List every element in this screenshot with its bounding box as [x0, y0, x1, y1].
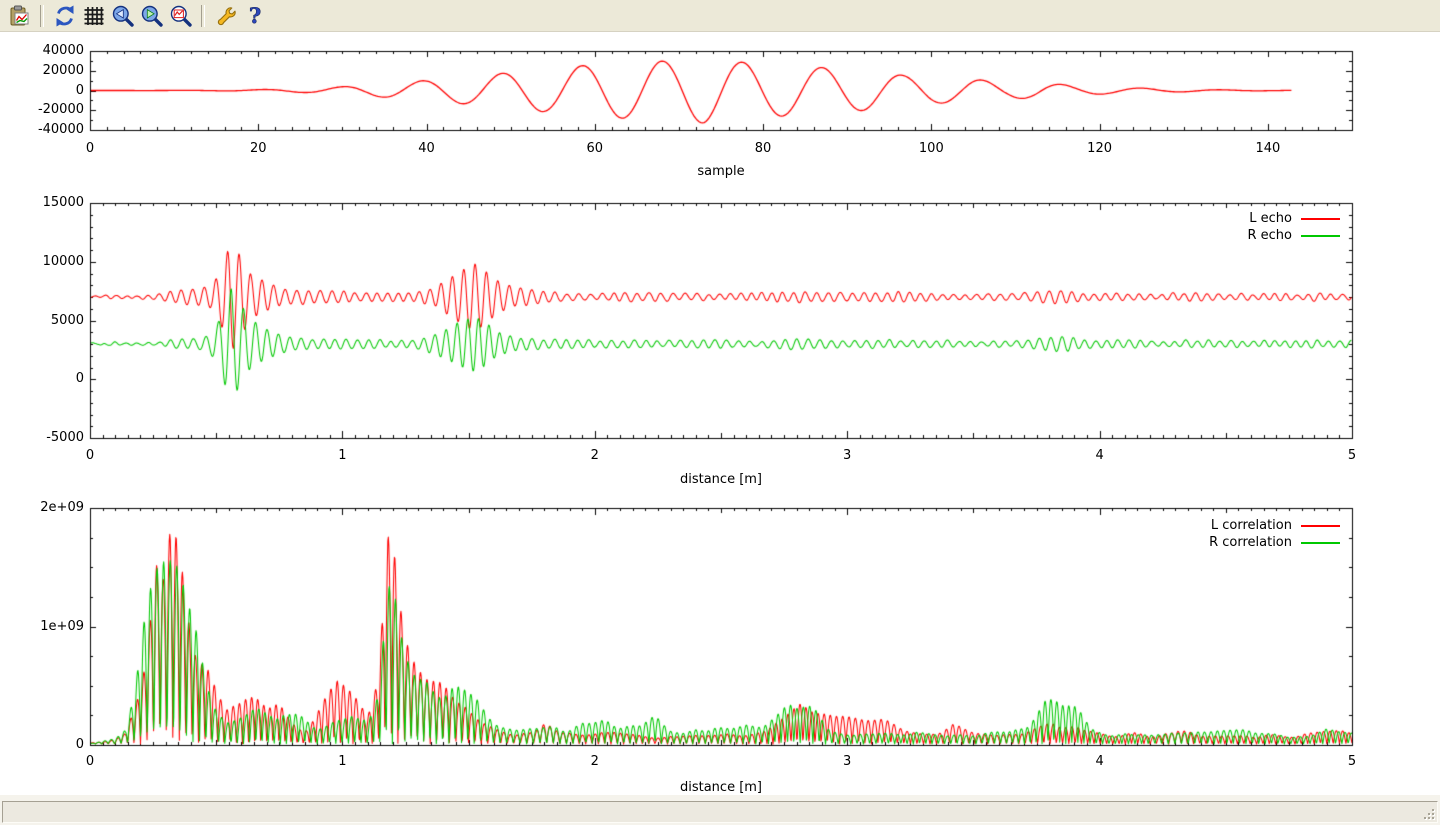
- x-tick-label: 3: [843, 754, 851, 770]
- refresh-icon: [53, 4, 77, 28]
- x-tick-label: 2: [591, 448, 599, 464]
- x-tick-label: 5: [1348, 754, 1356, 770]
- y-tick-label: 5000: [14, 313, 84, 329]
- gnuplot-window: ? 02040608010012014040000200000-20000-40…: [0, 0, 1440, 825]
- resize-grip[interactable]: [1422, 807, 1436, 821]
- x-tick-label: 40: [418, 141, 435, 157]
- y-tick-label: -5000: [14, 430, 84, 446]
- zoom-next-icon: [140, 4, 164, 28]
- legend-label: R correlation: [1209, 535, 1292, 551]
- y-tick-label: 40000: [14, 43, 84, 59]
- x-axis-label-distance-corr: distance [m]: [680, 780, 762, 796]
- plot-area: 02040608010012014040000200000-20000-4000…: [0, 32, 1440, 795]
- legend-label: L correlation: [1211, 518, 1292, 534]
- x-tick-label: 140: [1255, 141, 1280, 157]
- y-tick-label: 1e+09: [14, 619, 84, 635]
- toolbar-separator: [201, 5, 205, 27]
- legend-label: R echo: [1247, 228, 1292, 244]
- y-tick-label: 0: [14, 371, 84, 387]
- legend-line-sample: [1301, 525, 1340, 527]
- y-tick-label: 2e+09: [14, 500, 84, 516]
- toolbar: ?: [0, 0, 1440, 32]
- y-tick-label: 0: [14, 83, 84, 99]
- zoom-previous-icon: [111, 4, 135, 28]
- zoom-next-button[interactable]: [138, 2, 165, 29]
- x-tick-label: 80: [755, 141, 772, 157]
- y-tick-label: 20000: [14, 63, 84, 79]
- legend-entry-l-echo: L echo: [1140, 211, 1340, 227]
- x-tick-label: 1: [338, 448, 346, 464]
- y-tick-label: 10000: [14, 254, 84, 270]
- legend-entry-r-correlation: R correlation: [1140, 535, 1340, 551]
- x-tick-label: 2: [591, 754, 599, 770]
- legend-entry-l-correlation: L correlation: [1140, 518, 1340, 534]
- legend-line-sample: [1301, 235, 1340, 237]
- question-mark-icon: ?: [243, 4, 267, 28]
- zoom-previous-button[interactable]: [109, 2, 136, 29]
- toggle-grid-button[interactable]: [80, 2, 107, 29]
- x-tick-label: 5: [1348, 448, 1356, 464]
- y-tick-label: 0: [14, 737, 84, 753]
- wrench-icon: [214, 4, 238, 28]
- x-tick-label: 4: [1095, 754, 1103, 770]
- svg-text:?: ?: [248, 4, 260, 28]
- copy-to-clipboard-button[interactable]: [6, 2, 33, 29]
- x-axis-label-distance-echo: distance [m]: [680, 472, 762, 488]
- y-tick-label: -20000: [14, 102, 84, 118]
- legend-line-sample: [1301, 218, 1340, 220]
- x-tick-label: 3: [843, 448, 851, 464]
- status-bar: [0, 795, 1440, 825]
- legend-entry-r-echo: R echo: [1140, 228, 1340, 244]
- autoscale-magnifier-icon: [169, 4, 193, 28]
- legend-line-sample: [1301, 542, 1340, 544]
- clipboard-chart-icon: [8, 4, 32, 28]
- toolbar-separator: [40, 5, 44, 27]
- x-tick-label: 1: [338, 754, 346, 770]
- x-axis-label-sample: sample: [697, 164, 744, 180]
- grid-icon: [82, 4, 106, 28]
- y-tick-label: -40000: [14, 122, 84, 138]
- autoscale-button[interactable]: [167, 2, 194, 29]
- x-tick-label: 100: [919, 141, 944, 157]
- x-tick-label: 60: [587, 141, 604, 157]
- y-tick-label: 15000: [14, 195, 84, 211]
- x-tick-label: 0: [86, 141, 94, 157]
- x-tick-label: 120: [1087, 141, 1112, 157]
- x-tick-label: 4: [1095, 448, 1103, 464]
- status-text-field: [2, 801, 1438, 823]
- x-tick-label: 0: [86, 448, 94, 464]
- help-button[interactable]: ?: [241, 2, 268, 29]
- legend-label: L echo: [1249, 211, 1292, 227]
- x-tick-label: 0: [86, 754, 94, 770]
- x-tick-label: 20: [250, 141, 267, 157]
- configure-button[interactable]: [212, 2, 239, 29]
- plot-canvas[interactable]: [0, 32, 1440, 795]
- replot-button[interactable]: [51, 2, 78, 29]
